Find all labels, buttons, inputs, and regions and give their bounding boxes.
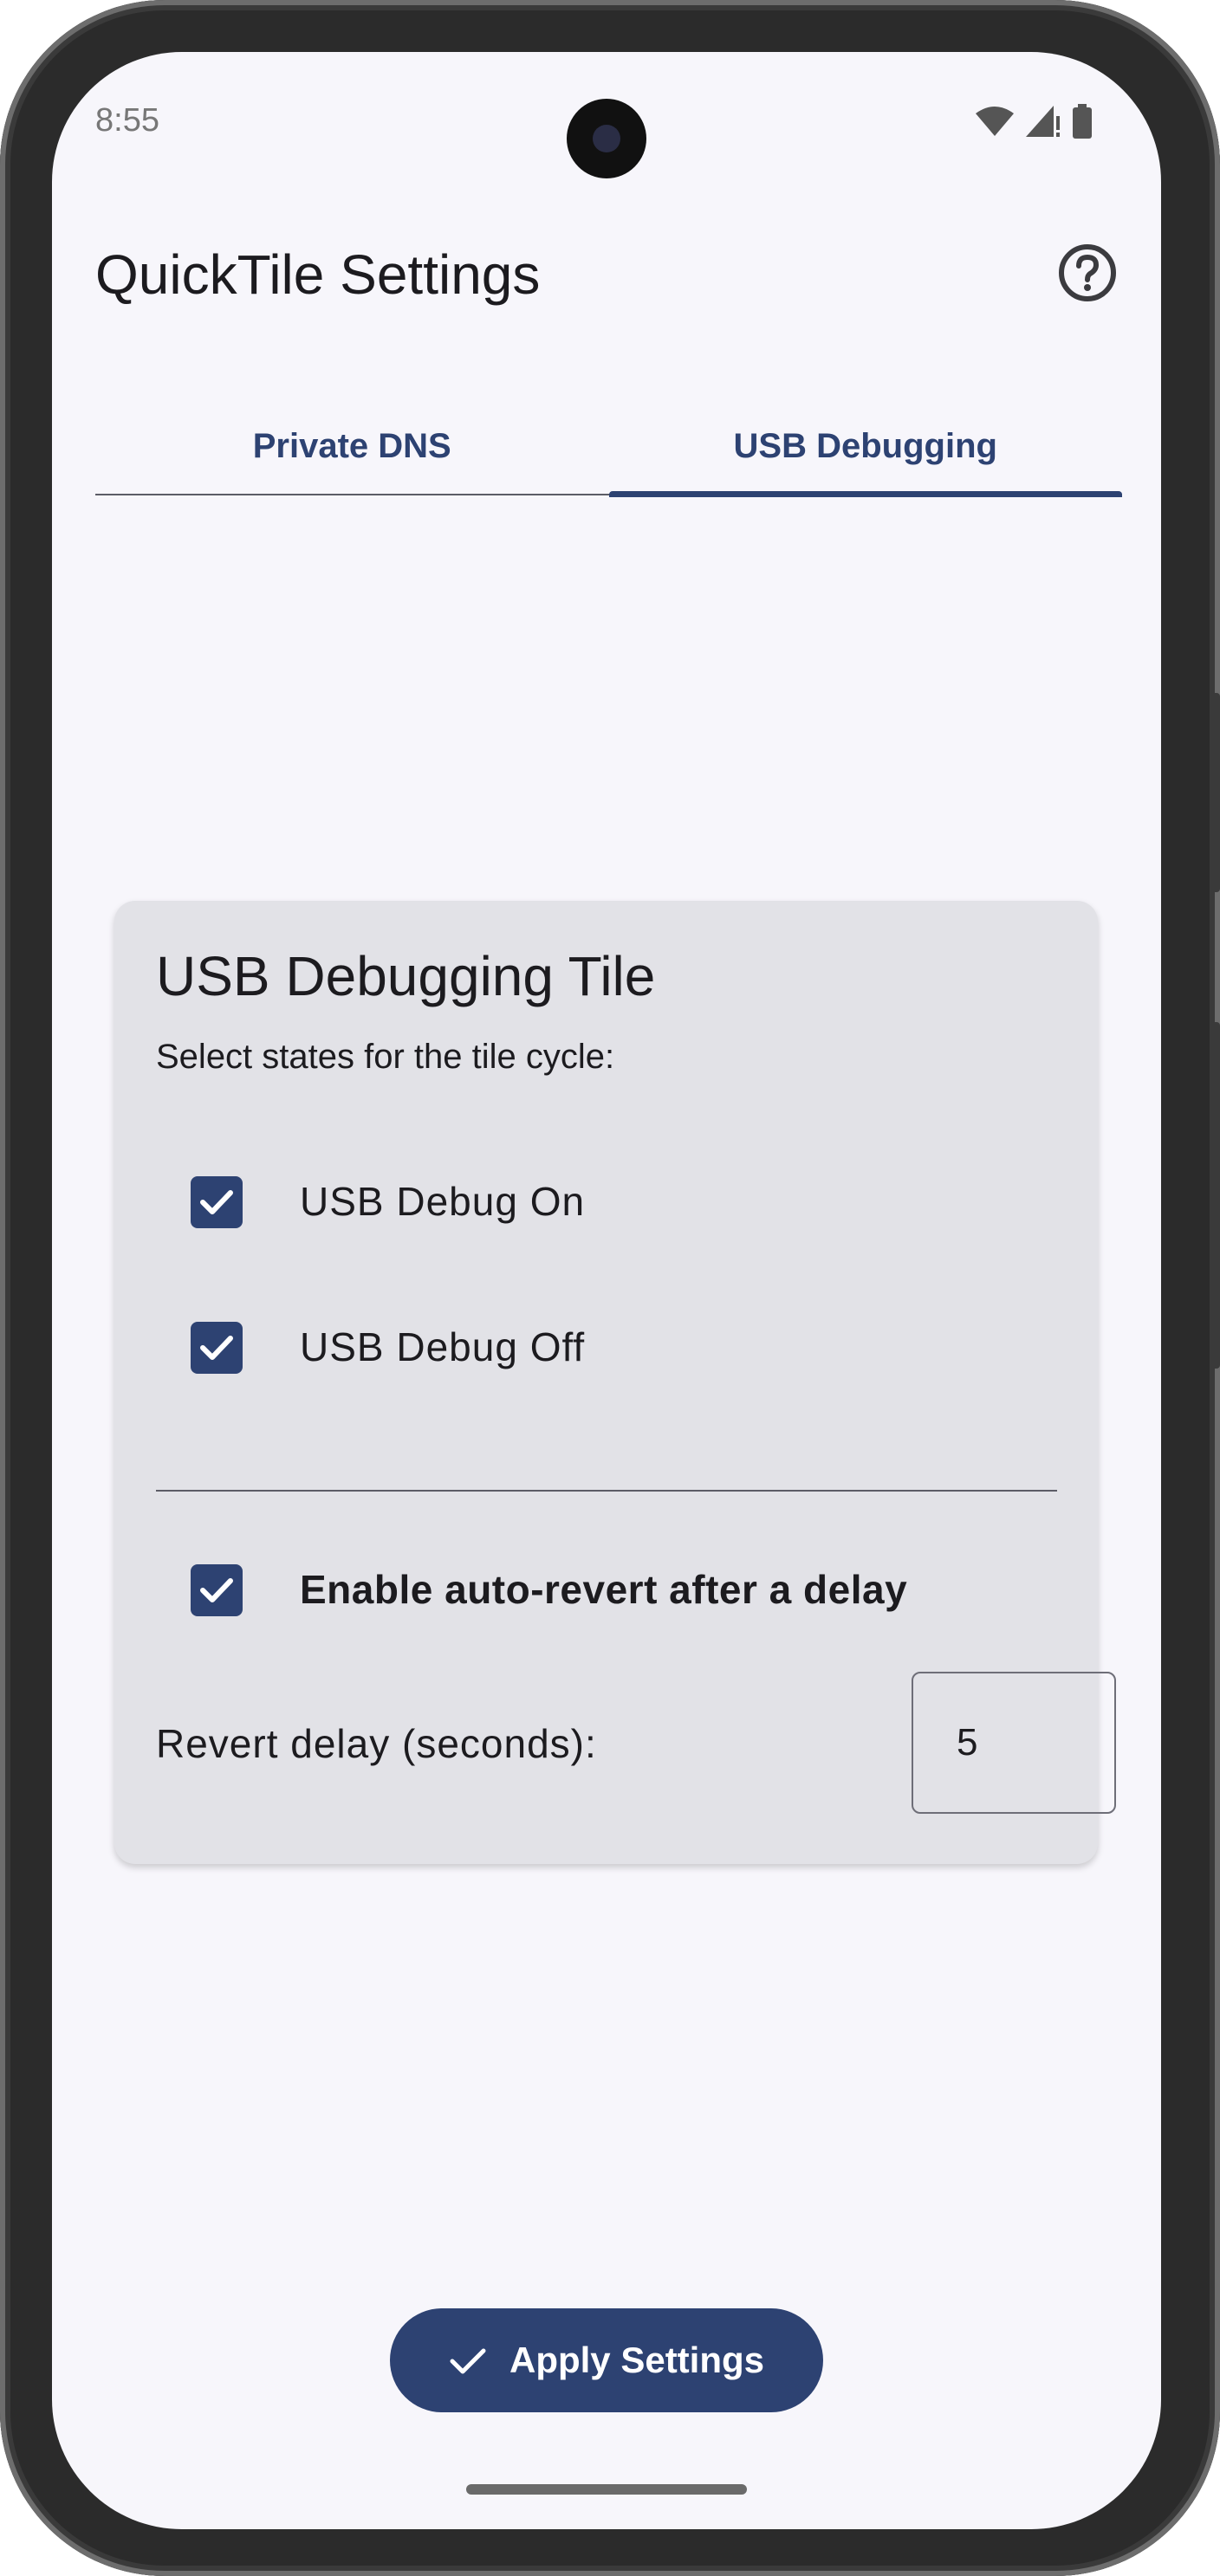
card-title: USB Debugging Tile bbox=[156, 945, 656, 1007]
apply-settings-label: Apply Settings bbox=[509, 2340, 765, 2380]
tab-label: Private DNS bbox=[252, 426, 451, 465]
usb-debug-on-label[interactable]: USB Debug On bbox=[300, 1178, 585, 1225]
divider bbox=[156, 1490, 1057, 1492]
help-circle-icon bbox=[1059, 244, 1116, 301]
revert-delay-input[interactable] bbox=[912, 1672, 1116, 1814]
check-icon bbox=[450, 2348, 486, 2374]
usb-debug-on-checkbox[interactable] bbox=[191, 1176, 243, 1228]
auto-revert-label[interactable]: Enable auto-revert after a delay bbox=[300, 1566, 907, 1613]
help-button[interactable] bbox=[1057, 243, 1118, 303]
home-indicator[interactable] bbox=[466, 2484, 747, 2495]
revert-delay-label: Revert delay (seconds): bbox=[156, 1721, 597, 1766]
tab-usb-debugging[interactable]: USB Debugging bbox=[608, 398, 1123, 497]
status-icons bbox=[976, 104, 1092, 143]
cell-signal-icon bbox=[1026, 106, 1061, 141]
status-time: 8:55 bbox=[95, 102, 159, 139]
checkmark-icon bbox=[200, 1336, 233, 1360]
power-button bbox=[1211, 693, 1220, 892]
battery-icon bbox=[1073, 104, 1092, 143]
apply-settings-button[interactable]: Apply Settings bbox=[390, 2308, 823, 2412]
front-camera bbox=[567, 99, 646, 178]
status-bar: 8:55 bbox=[52, 52, 1161, 178]
usb-debug-off-checkbox[interactable] bbox=[191, 1322, 243, 1374]
wifi-icon bbox=[976, 107, 1014, 140]
checkmark-icon bbox=[200, 1190, 233, 1214]
tab-bar: Private DNS USB Debugging bbox=[95, 398, 1123, 497]
screen: 8:55 QuickTile Settings Private DNS USB … bbox=[52, 52, 1161, 2529]
auto-revert-checkbox[interactable] bbox=[191, 1564, 243, 1616]
tab-private-dns[interactable]: Private DNS bbox=[95, 398, 609, 494]
checkmark-icon bbox=[200, 1578, 233, 1602]
tab-label: USB Debugging bbox=[733, 426, 997, 465]
usb-debugging-card: USB Debugging Tile Select states for the… bbox=[114, 901, 1116, 1864]
card-subtitle: Select states for the tile cycle: bbox=[156, 1038, 615, 1076]
volume-button bbox=[1211, 1022, 1220, 1369]
usb-debug-off-label[interactable]: USB Debug Off bbox=[300, 1324, 585, 1370]
page-title: QuickTile Settings bbox=[95, 243, 541, 306]
